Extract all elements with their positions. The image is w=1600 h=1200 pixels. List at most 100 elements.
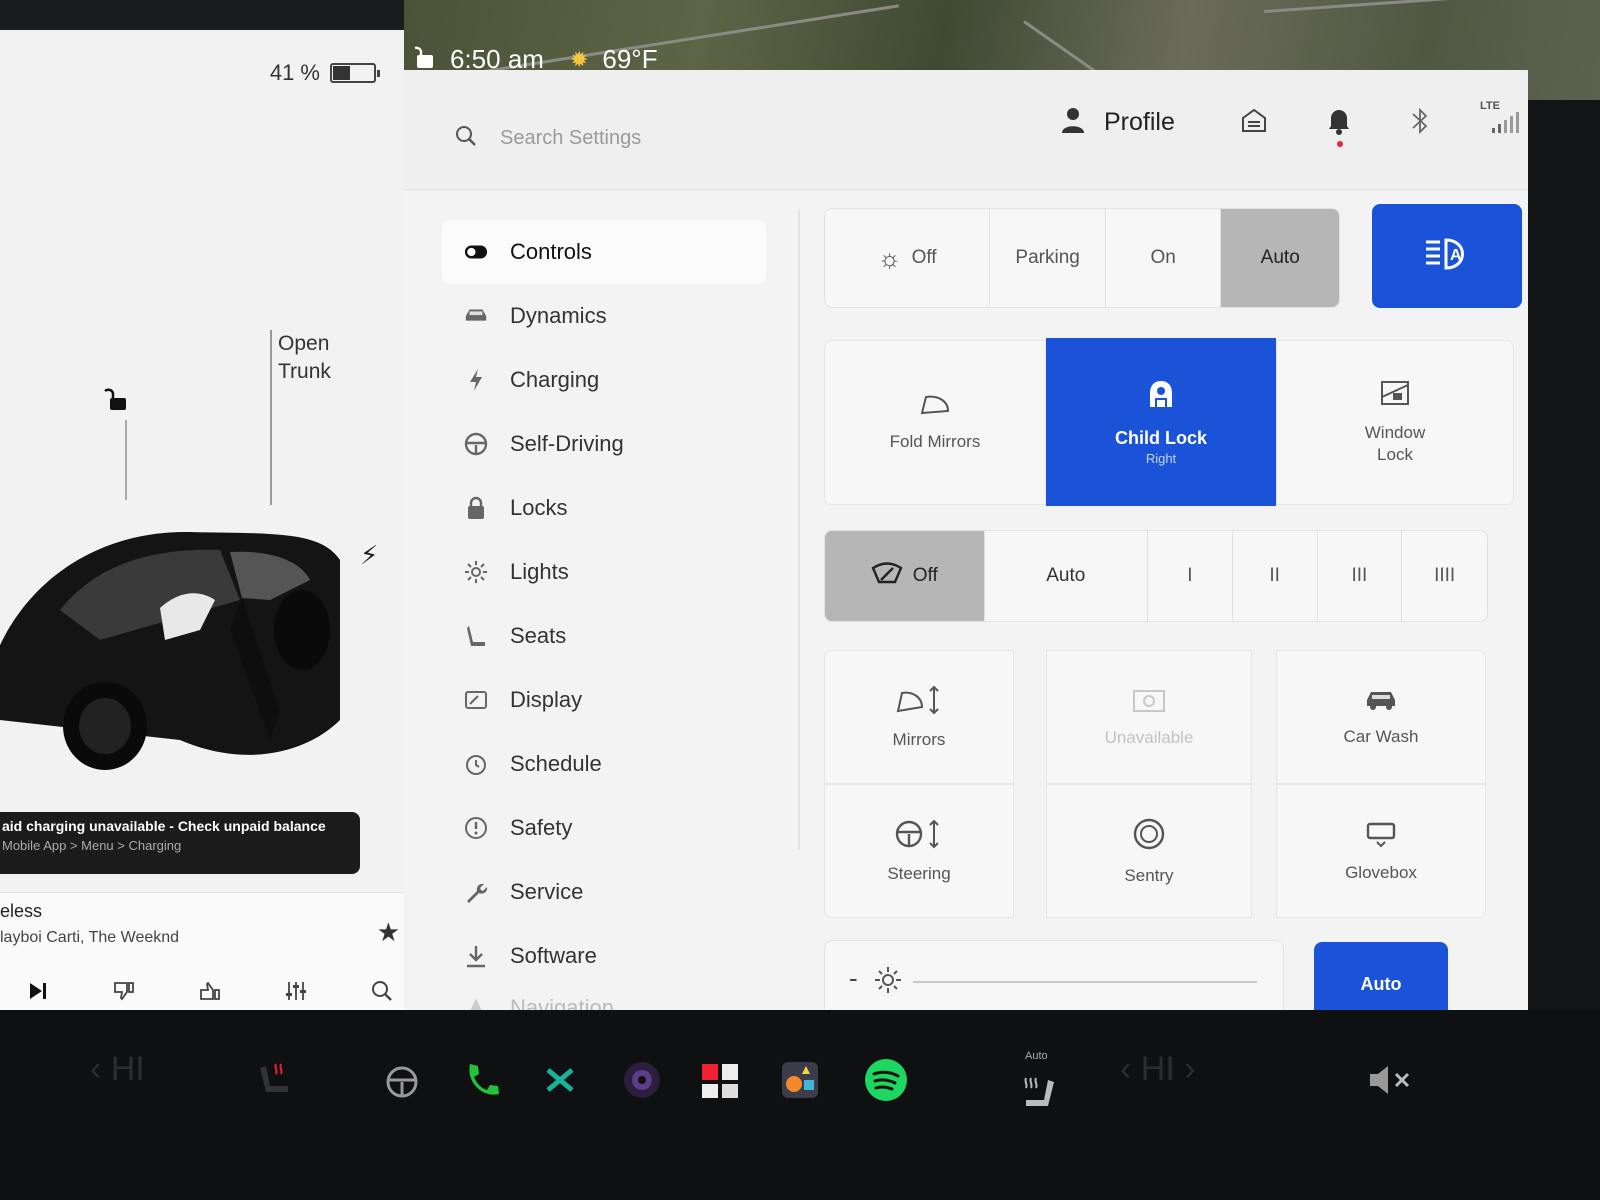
media-controls (0, 971, 420, 1011)
car-panel: 41 % Open Trunk ⚡ aid charging unavailab… (0, 30, 436, 1060)
passenger-seat-heater-icon[interactable] (1008, 1064, 1068, 1124)
nav-item-controls[interactable]: Controls (442, 220, 766, 284)
headlights-off-option[interactable]: ☼ Off (825, 209, 991, 307)
steering-adjust-button[interactable]: Steering (824, 784, 1014, 918)
mirror-adjust-icon (894, 685, 944, 720)
bottom-dock: ‹ HI Auto ‹ HI › (0, 1010, 1600, 1200)
headlights-on-label: On (1150, 247, 1176, 268)
bluetooth-icon[interactable] (1410, 106, 1430, 141)
glovebox-button[interactable]: Glovebox (1276, 784, 1486, 918)
garage-icon[interactable] (1240, 106, 1268, 139)
unavailable-button: Unavailable (1046, 650, 1252, 784)
signal-strength-icon (1490, 110, 1520, 139)
calendar-app-icon[interactable] (690, 1050, 750, 1110)
favorite-star-icon[interactable]: ★ (377, 917, 400, 948)
unlock-icon[interactable] (104, 386, 130, 417)
brightness-track[interactable] (913, 981, 1257, 983)
volume-muted-icon[interactable] (1360, 1050, 1420, 1110)
headlight-mode-selector: ☼ Off Parking On Auto (824, 208, 1340, 308)
sentry-button[interactable]: Sentry (1046, 784, 1252, 918)
seat-icon (464, 624, 488, 648)
nav-item-charging[interactable]: Charging (442, 348, 766, 412)
wipers-auto-option[interactable]: Auto (985, 531, 1149, 621)
equalizer-icon[interactable] (276, 971, 316, 1011)
wipers-speed-4-option[interactable]: IIII (1402, 531, 1487, 621)
nav-item-dynamics[interactable]: Dynamics (442, 284, 766, 348)
headlight-sun-icon: ☼ (877, 242, 902, 273)
wipers-speed-3-label: III (1351, 565, 1368, 586)
right-temp-ghost: ‹ HI › (1120, 1050, 1196, 1088)
wipers-auto-label: Auto (1046, 565, 1086, 586)
phone-icon[interactable] (452, 1050, 512, 1110)
svg-text:A: A (1450, 247, 1462, 264)
download-icon (464, 944, 488, 968)
nav-item-label: Service (510, 879, 584, 904)
fold-mirrors-button[interactable]: Fold Mirrors (824, 340, 1046, 505)
nav-item-display[interactable]: Display (442, 668, 766, 732)
window-lock-icon (1379, 379, 1411, 412)
charge-port-icon[interactable]: ⚡ (360, 540, 378, 571)
profile-button[interactable]: Profile (1060, 106, 1175, 139)
thumbs-up-icon[interactable] (190, 971, 230, 1011)
nav-item-label: Charging (510, 367, 600, 392)
auto-high-beam-icon: A (1424, 237, 1470, 276)
steering-adjust-icon (894, 819, 944, 854)
brightness-minus[interactable]: - (849, 963, 858, 994)
car-wash-icon (1363, 688, 1399, 717)
seat-heat-auto-label: Auto (1025, 1050, 1048, 1062)
thumbs-down-icon[interactable] (104, 971, 144, 1011)
profile-label: Profile (1104, 108, 1175, 136)
toybox-icon[interactable] (530, 1050, 590, 1110)
open-trunk-button[interactable]: Open Trunk (278, 330, 331, 386)
bell-icon[interactable] (1326, 106, 1352, 141)
window-lock-button[interactable]: Window Lock (1276, 340, 1514, 505)
song-artist: layboi Carti, The Weeknd (0, 929, 180, 946)
next-track-icon[interactable] (18, 971, 58, 1011)
spotify-icon[interactable] (856, 1050, 916, 1110)
wipers-speed-1-option[interactable]: I (1148, 531, 1233, 621)
child-lock-button[interactable]: Child Lock Right (1046, 338, 1276, 506)
charging-alert-banner[interactable]: aid charging unavailable - Check unpaid … (0, 812, 360, 874)
media-search-icon[interactable] (362, 971, 402, 1011)
headlights-auto-option[interactable]: Auto (1221, 209, 1339, 307)
steering-label: Steering (887, 863, 951, 883)
car-model-image[interactable] (0, 490, 360, 795)
safety-icon (464, 816, 488, 840)
auto-high-beam-button[interactable]: A (1372, 204, 1522, 308)
driver-seat-heater-icon[interactable] (246, 1050, 306, 1110)
nav-item-label: Controls (510, 239, 592, 264)
nav-item-lights[interactable]: Lights (442, 540, 766, 604)
headlights-on-option[interactable]: On (1106, 209, 1222, 307)
person-icon (1060, 106, 1086, 139)
car-wash-button[interactable]: Car Wash (1276, 650, 1486, 784)
search-input[interactable]: Search Settings (500, 127, 641, 150)
nav-item-self-driving[interactable]: Self-Driving (442, 412, 766, 476)
fold-mirrors-label: Fold Mirrors (889, 432, 981, 451)
wipers-speed-4-label: IIII (1434, 565, 1456, 586)
headlights-parking-option[interactable]: Parking (990, 209, 1106, 307)
sentry-icon (1132, 817, 1166, 856)
search-bar[interactable]: Search Settings (454, 124, 641, 153)
nav-item-service[interactable]: Service (442, 860, 766, 924)
trunk-label-line2: Trunk (278, 360, 331, 383)
controls-content: ☼ Off Parking On Auto A Fold Mirrors Chi… (824, 200, 1524, 1050)
display-brightness-slider[interactable]: - (824, 940, 1284, 1020)
nav-item-safety[interactable]: Safety (442, 796, 766, 860)
camera-app-icon[interactable] (612, 1050, 672, 1110)
glovebox-label: Glovebox (1345, 862, 1417, 882)
wipers-speed-2-option[interactable]: II (1233, 531, 1318, 621)
steering-wheel-heater-icon[interactable] (372, 1050, 432, 1110)
nav-item-label: Safety (510, 815, 573, 840)
wipers-off-option[interactable]: Off (825, 531, 985, 621)
settings-topbar: Search Settings Profile LTE (404, 70, 1528, 190)
nav-item-seats[interactable]: Seats (442, 604, 766, 668)
nav-item-schedule[interactable]: Schedule (442, 732, 766, 796)
mirrors-adjust-button[interactable]: Mirrors (824, 650, 1014, 784)
arcade-app-icon[interactable] (770, 1050, 830, 1110)
nav-item-label: Lights (510, 559, 569, 584)
wipers-speed-3-option[interactable]: III (1318, 531, 1403, 621)
nav-item-software[interactable]: Software (442, 924, 766, 988)
nav-item-locks[interactable]: Locks (442, 476, 766, 540)
nav-item-label: Dynamics (510, 303, 607, 328)
alert-subtitle: Mobile App > Menu > Charging (2, 838, 182, 853)
